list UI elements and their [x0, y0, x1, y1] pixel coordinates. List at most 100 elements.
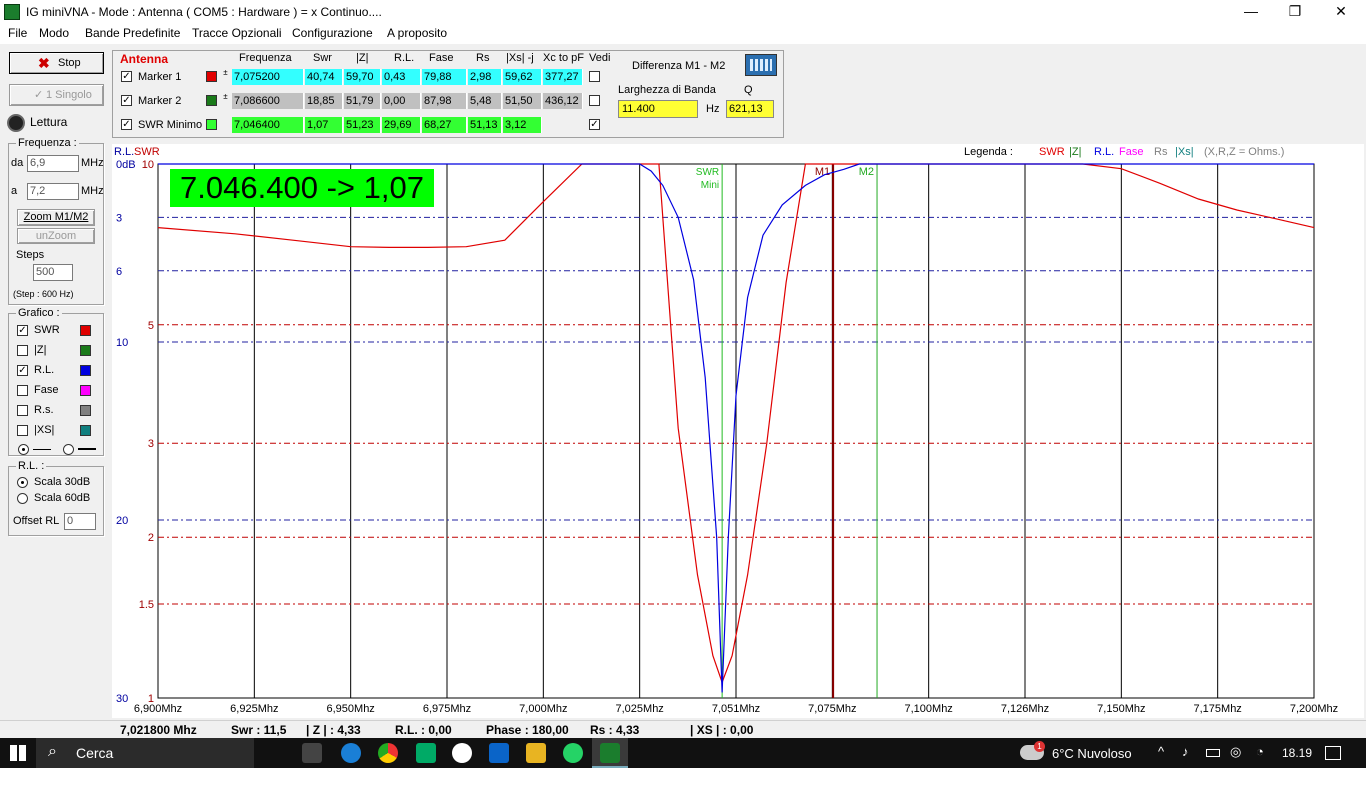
lettura-label: Lettura — [30, 115, 68, 129]
thin-line-icon — [33, 449, 51, 450]
marker-column-header: |Z| — [356, 52, 369, 64]
start-windows-icon[interactable] — [10, 745, 26, 761]
chart-area[interactable]: 6,900Mhz 6,925Mhz 6,950Mhz 6,975Mhz 7,000Mhz… — [112, 144, 1364, 718]
maximize-button[interactable]: ❐ — [1272, 0, 1318, 24]
line-thin-radio[interactable] — [18, 444, 29, 455]
x-tick-label: 7,000Mhz — [519, 703, 567, 715]
wifi-icon[interactable]: ◔ — [1256, 744, 1264, 759]
trace-checkbox[interactable] — [17, 385, 28, 396]
zoom-m1m2-button[interactable]: Zoom M1/M2 — [17, 209, 95, 226]
marker-column-header: Frequenza — [239, 52, 292, 64]
edge-icon[interactable] — [341, 743, 361, 763]
thick-line-icon — [78, 448, 96, 450]
chart-svg: 6,900Mhz 6,925Mhz 6,950Mhz 6,975Mhz 7,000Mhz… — [114, 146, 1338, 715]
marker-stepper[interactable]: ± — [221, 93, 230, 109]
search-box[interactable]: ⌕ Cerca — [36, 738, 254, 768]
mode-title: Antenna — [120, 52, 168, 66]
menu-tracce[interactable]: Tracce Opzionali — [192, 26, 282, 40]
scala60-label: Scala 60dB — [34, 492, 91, 504]
frequency-group-title: Frequenza : — [16, 137, 79, 149]
swr-tick-label: 3 — [148, 438, 154, 450]
marker-vedi-checkbox[interactable] — [589, 71, 600, 82]
stop-button[interactable]: ✖ Stop — [9, 52, 104, 74]
single-button[interactable]: ✓ 1 Singolo — [9, 84, 104, 106]
trace-checkbox[interactable] — [17, 345, 28, 356]
marker-color-swatch — [206, 119, 217, 130]
unzoom-button[interactable]: unZoom — [17, 228, 95, 244]
rl-tick-label: 3 — [116, 212, 122, 224]
marker-value-cell: 51,79 — [344, 93, 381, 109]
marker-value-cell: 59,62 — [503, 69, 542, 85]
marker-stepper[interactable]: ± — [221, 69, 230, 85]
trace-label: R.s. — [34, 404, 54, 416]
menu-bande[interactable]: Bande Predefinite — [85, 26, 180, 40]
menu-file[interactable]: File — [8, 26, 27, 40]
marker-visible-checkbox[interactable]: ✓ — [121, 95, 132, 106]
freq-from-input[interactable]: 6,9 — [27, 155, 79, 172]
steps-label: Steps — [16, 249, 45, 261]
calculator-icon[interactable] — [745, 54, 777, 76]
mhz-label: MHz — [81, 157, 104, 169]
trace-checkbox[interactable]: ✓ — [17, 325, 28, 336]
hz-label: Hz — [706, 103, 720, 115]
search-icon: ⌕ — [48, 743, 57, 760]
x-tick-label: 7,051Mhz — [712, 703, 760, 715]
marker-value-cell: 87,98 — [422, 93, 467, 109]
rl-tick-label: 20 — [116, 515, 128, 527]
page-background — [0, 768, 1366, 806]
trace-label: |Z| — [34, 344, 47, 356]
minimize-button[interactable]: — — [1228, 0, 1274, 24]
status-rl: R.L. : 0,00 — [395, 723, 452, 737]
stop-label: Stop — [58, 57, 81, 69]
offset-input[interactable]: 0 — [64, 513, 96, 530]
status-swr: Swr : 11,5 — [231, 723, 287, 737]
hp-icon[interactable] — [452, 743, 472, 763]
x-tick-label: 7,126Mhz — [1001, 703, 1049, 715]
freq-to-input[interactable]: 7,2 — [27, 183, 79, 200]
chrome-icon[interactable] — [378, 743, 398, 763]
task-view-icon[interactable] — [302, 743, 322, 763]
marker-vedi-checkbox[interactable]: ✓ — [589, 119, 600, 130]
legend-item: (X,R,Z = Ohms.) — [1204, 146, 1284, 158]
battery-icon[interactable] — [1206, 749, 1220, 757]
weather-label[interactable]: 6°C Nuvoloso — [1052, 746, 1132, 761]
volume-icon[interactable]: ♪ — [1182, 744, 1189, 759]
store-icon[interactable] — [416, 743, 436, 763]
steps-input[interactable]: 500 — [33, 264, 73, 281]
marker-column-header: R.L. — [394, 52, 415, 64]
marker-label: M2 — [859, 166, 874, 178]
scala30-label: Scala 30dB — [34, 476, 91, 488]
marker-visible-checkbox[interactable]: ✓ — [121, 119, 132, 130]
marker-visible-checkbox[interactable]: ✓ — [121, 71, 132, 82]
legend-item: |Z| — [1069, 146, 1081, 158]
status-rs: Rs : 4,33 — [590, 723, 640, 737]
action-center-icon[interactable] — [1325, 746, 1341, 760]
marker-label: SWR — [696, 167, 719, 178]
trace-color-swatch — [80, 345, 91, 356]
scala30-radio[interactable] — [17, 477, 28, 488]
clock[interactable]: 18.19 — [1282, 746, 1312, 760]
marker-value-cell: 377,27 — [543, 69, 583, 85]
menu-a-proposito[interactable]: A proposito — [387, 26, 447, 40]
minivna-task[interactable] — [592, 738, 628, 768]
trace-checkbox[interactable]: ✓ — [17, 365, 28, 376]
marker-value-cell: 5,48 — [468, 93, 502, 109]
line-thick-radio[interactable] — [63, 444, 74, 455]
scala60-radio[interactable] — [17, 493, 28, 504]
search-label: Cerca — [76, 745, 114, 761]
explorer-icon[interactable] — [526, 743, 546, 763]
whatsapp-icon[interactable] — [563, 743, 583, 763]
marker-vedi-checkbox[interactable] — [589, 95, 600, 106]
mail-icon[interactable] — [489, 743, 509, 763]
x-tick-label: 6,900Mhz — [134, 703, 182, 715]
bandwidth-value: 11.400 — [618, 100, 698, 118]
chevron-up-icon[interactable]: ^ — [1158, 744, 1164, 759]
menu-modo[interactable]: Modo — [39, 26, 69, 40]
trace-checkbox[interactable] — [17, 425, 28, 436]
webcam-icon[interactable]: ◎ — [1230, 744, 1241, 760]
q-value: 621,13 — [726, 100, 774, 118]
close-button[interactable]: ✕ — [1318, 0, 1364, 24]
trace-checkbox[interactable] — [17, 405, 28, 416]
menu-configurazione[interactable]: Configurazione — [292, 26, 373, 40]
da-label: da — [11, 157, 24, 169]
